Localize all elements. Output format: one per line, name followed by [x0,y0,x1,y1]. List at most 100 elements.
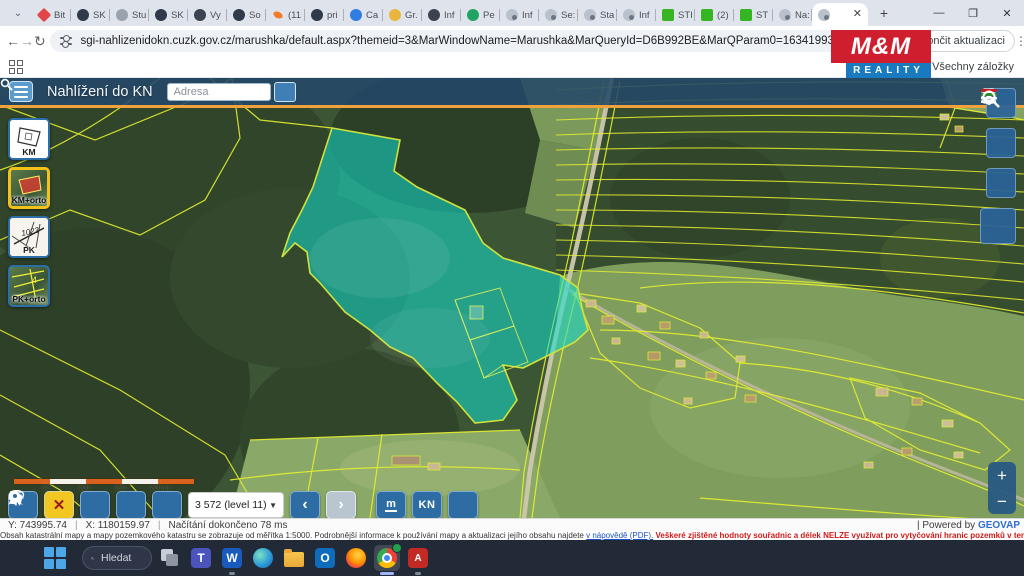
window-close-button[interactable]: ✕ [990,0,1024,26]
browser-tab[interactable]: (2) [695,4,734,26]
browser-tab[interactable]: (11 [266,4,305,26]
layer-label: PK+orto [10,294,48,304]
browser-tab[interactable]: ST [734,4,773,26]
browser-tab[interactable]: pri [305,4,344,26]
file-explorer-button[interactable] [281,545,307,571]
layer-button-km[interactable]: KM [8,118,50,160]
select-area-button[interactable] [80,491,110,518]
sphere-favicon-icon [623,9,635,21]
browser-tab[interactable]: Ca [344,4,383,26]
browser-tab[interactable]: Pe [461,4,500,26]
tab-label: pri [327,10,338,21]
forward-button[interactable]: → [20,28,34,54]
browser-tab[interactable]: SK [71,4,110,26]
tab-label: Inf [522,10,533,21]
taskbar-search-input[interactable] [99,551,143,565]
tab-search-chevron-icon[interactable]: ⌄ [6,3,30,23]
task-view-button[interactable] [157,545,183,571]
globe-dark-favicon-icon [311,9,323,21]
clear-selection-button[interactable]: ✕ [44,491,74,518]
address-search-button[interactable] [274,82,296,102]
back-button[interactable]: ← [6,28,20,54]
browser-tab[interactable]: Stu [110,4,149,26]
apps-grid-icon[interactable] [9,60,23,74]
scale-level-dropdown[interactable]: 3 572 (level 11) ▼ [188,492,284,518]
globe-dark-favicon-icon [233,9,245,21]
teams-button[interactable]: T [188,545,214,571]
outlook-button[interactable]: O [312,545,338,571]
circle-gray-favicon-icon [116,9,128,21]
firefox-button[interactable] [343,545,369,571]
browser-tab[interactable]: Inf [617,4,656,26]
browser-tab[interactable]: SK [149,4,188,26]
mm-logo-top: M&M [831,30,931,63]
address-bar[interactable]: sgi-nahlizenidokn.cuzk.gov.cz/marushka/d… [50,30,890,52]
circle-green-favicon-icon [467,9,479,21]
tab-label: Ca [366,10,378,21]
tab-label: Sta [600,10,614,21]
tooltip-balloon-button[interactable] [448,491,478,518]
chrome-button[interactable] [374,545,400,571]
tab-row: BitSKStuSKVySo(11priCaGr.InfPeInfSe:StaI… [32,0,812,26]
browser-tab[interactable]: Bit [32,4,71,26]
browser-tab[interactable]: So [227,4,266,26]
new-tab-button[interactable]: + [872,3,896,23]
windows-taskbar: T W O A 1 13°C Oblačno ⌃ 14:56 23.1 [0,540,1024,576]
legal-notice-bar: Obsah katastrální mapy a mapy pozemkovéh… [0,531,1024,540]
browser-tab[interactable]: Inf [422,4,461,26]
layer-button-km-orto[interactable]: KM+orto [8,167,50,209]
tab-label: SK [171,10,184,21]
kn-info-button[interactable]: KN [412,491,442,518]
locate-button[interactable] [116,491,146,518]
taskbar-search[interactable] [82,546,152,570]
word-button[interactable]: W [219,545,245,571]
file-explorer-icon [284,552,304,567]
browser-tab[interactable]: Gr. [383,4,422,26]
notice-text-1: Obsah katastrální mapy a mapy pozemkovéh… [0,531,586,540]
address-search-input[interactable] [167,83,271,101]
map-search-button[interactable] [980,208,1016,244]
reload-button[interactable]: ↻ [34,28,46,54]
browser-tab[interactable]: Na: [773,4,812,26]
url-text[interactable]: sgi-nahlizenidokn.cuzk.gov.cz/marushka/d… [80,35,879,47]
map-tools [980,88,1016,254]
map-canvas[interactable]: Nahlížení do KN KM KM+orto [0,78,1024,518]
browser-tab[interactable]: Inf [500,4,539,26]
site-info-icon[interactable] [60,35,73,47]
tab-close-icon[interactable]: ✕ [853,9,862,20]
active-tab[interactable]: ✕ [812,3,868,26]
browser-menu-icon[interactable]: ⋮ [1015,34,1024,48]
zoom-out-button[interactable]: − [997,493,1007,510]
map-bottom-toolbar: ✕ 3 572 (level 11) ▼ ‹ › m KN [8,490,478,518]
screen: ⌄ BitSKStuSKVySo(11priCaGr.InfPeInfSe:St… [0,0,1024,576]
layer-button-pk[interactable]: 1023 PK [8,216,50,258]
browser-tab[interactable]: Se: [539,4,578,26]
legend-button[interactable] [986,168,1016,198]
history-forward-button[interactable]: › [326,491,356,518]
browser-tab[interactable]: Vy [188,4,227,26]
browser-tab[interactable]: STI [656,4,695,26]
outlook-icon: O [315,548,335,568]
svg-text:4: 4 [32,275,37,285]
measure-button[interactable]: m [376,491,406,518]
window-maximize-button[interactable]: ❐ [956,0,990,26]
zoom-in-button[interactable]: + [997,467,1007,484]
layer-label: KM+orto [11,195,47,205]
window-minimize-button[interactable]: — [922,0,956,26]
tab-label: ST [756,10,768,21]
word-icon: W [222,548,242,568]
print-button[interactable] [986,128,1016,158]
acrobat-button[interactable]: A [405,545,431,571]
history-back-button[interactable]: ‹ [290,491,320,518]
pin-button[interactable] [152,491,182,518]
sphere-favicon-icon [545,9,557,21]
edge-button[interactable] [250,545,276,571]
dropdown-caret-icon: ▼ [269,501,277,510]
layer-button-pk-orto[interactable]: 4 PK+orto [8,265,50,307]
geovap-link[interactable]: GEOVAP [978,520,1020,531]
start-button[interactable] [42,545,68,571]
sphere-favicon-icon [506,9,518,21]
browser-tab[interactable]: Sta [578,4,617,26]
help-pdf-link[interactable]: v nápovědě (PDF). [586,531,653,540]
green-sq-favicon-icon [662,9,674,21]
